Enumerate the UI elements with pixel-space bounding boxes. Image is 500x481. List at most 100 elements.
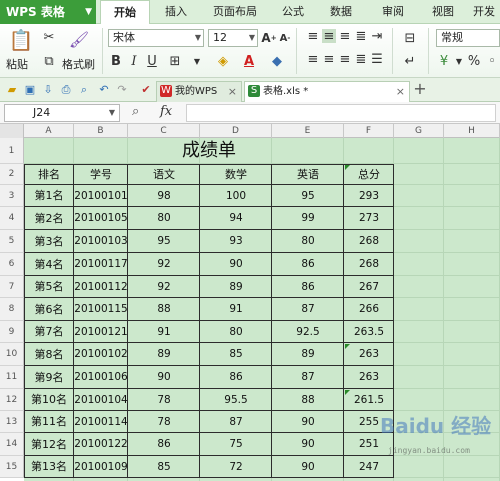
app-menu-button[interactable]: WPS 表格 ▼ — [0, 0, 96, 24]
table-cell[interactable]: 268 — [344, 230, 394, 253]
row-header[interactable]: 1 — [0, 138, 24, 164]
row-header[interactable]: 13 — [0, 411, 24, 433]
font-name-select[interactable]: 宋体 ▼ — [108, 29, 204, 47]
table-cell[interactable]: 263 — [344, 366, 394, 389]
decrease-font-icon[interactable]: A- — [278, 29, 292, 47]
tab-view[interactable]: 视图 — [422, 0, 464, 24]
column-header[interactable]: G — [394, 124, 444, 138]
column-header[interactable]: F — [344, 124, 394, 138]
column-header[interactable]: E — [272, 124, 344, 138]
column-header[interactable]: B — [74, 124, 128, 138]
table-cell[interactable]: 87 — [272, 366, 344, 389]
table-cell[interactable]: 85 — [128, 456, 200, 478]
table-cell[interactable]: 99 — [272, 207, 344, 230]
table-cell[interactable]: 89 — [128, 343, 200, 366]
row-header[interactable]: 2 — [0, 164, 24, 185]
table-cell[interactable]: 第7名 — [24, 321, 74, 343]
borders-icon[interactable]: ⊞ — [166, 52, 184, 70]
copy-icon[interactable]: ⧉ — [40, 52, 58, 70]
bold-icon[interactable]: B — [108, 52, 124, 70]
table-cell[interactable]: 20100112 — [74, 276, 128, 298]
table-cell[interactable]: 78 — [128, 411, 200, 433]
tab-insert[interactable]: 插入 — [154, 0, 198, 24]
table-cell[interactable]: 266 — [344, 298, 394, 321]
export-pdf-icon[interactable]: ⇩ — [40, 82, 56, 98]
format-painter-icon[interactable]: 🖌 — [68, 28, 90, 50]
align-bottom-icon[interactable]: ≡ — [338, 29, 352, 44]
table-cell[interactable]: 95 — [128, 230, 200, 253]
table-cell[interactable]: 20100106 — [74, 366, 128, 389]
tab-review[interactable]: 审阅 — [370, 0, 416, 24]
insert-function-button[interactable]: fx — [160, 104, 172, 119]
table-cell[interactable]: 86 — [272, 253, 344, 276]
format-painter-label[interactable]: 格式刷 — [62, 56, 95, 72]
table-cell[interactable]: 87 — [200, 411, 272, 433]
header-cell[interactable]: 英语 — [272, 164, 344, 185]
doc-tab-spreadsheet[interactable]: S 表格.xls * × — [244, 81, 410, 102]
italic-icon[interactable]: I — [126, 52, 142, 70]
table-cell[interactable]: 20100103 — [74, 230, 128, 253]
table-cell[interactable]: 85 — [200, 343, 272, 366]
table-cell[interactable]: 20100117 — [74, 253, 128, 276]
align-top-icon[interactable]: ≡ — [306, 29, 320, 44]
table-cell[interactable]: 20100115 — [74, 298, 128, 321]
clear-format-icon[interactable]: ◆ — [268, 52, 286, 70]
table-cell[interactable]: 92 — [128, 276, 200, 298]
sheet-title[interactable]: 成绩单 — [24, 138, 394, 164]
table-cell[interactable]: 89 — [272, 343, 344, 366]
row-header[interactable]: 11 — [0, 366, 24, 389]
table-cell[interactable]: 第6名 — [24, 298, 74, 321]
table-cell[interactable]: 第3名 — [24, 230, 74, 253]
table-cell[interactable]: 第2名 — [24, 207, 74, 230]
table-cell[interactable]: 90 — [272, 456, 344, 478]
table-cell[interactable]: 92 — [128, 253, 200, 276]
tab-page-layout[interactable]: 页面布局 — [204, 0, 266, 24]
underline-icon[interactable]: U — [144, 52, 160, 70]
new-tab-icon[interactable]: + — [412, 81, 428, 97]
header-cell[interactable]: 语文 — [128, 164, 200, 185]
row-header[interactable]: 15 — [0, 456, 24, 478]
table-cell[interactable]: 92.5 — [272, 321, 344, 343]
row-header[interactable]: 14 — [0, 433, 24, 456]
close-icon[interactable]: × — [228, 82, 237, 101]
table-cell[interactable]: 90 — [272, 411, 344, 433]
chevron-down-icon[interactable]: ▼ — [190, 52, 204, 70]
column-header[interactable]: C — [128, 124, 200, 138]
align-center-icon[interactable]: ≡ — [322, 52, 336, 67]
table-cell[interactable]: 95 — [272, 185, 344, 207]
table-cell[interactable]: 第8名 — [24, 343, 74, 366]
align-middle-icon[interactable]: ≡ — [322, 29, 336, 44]
table-cell[interactable]: 86 — [128, 433, 200, 456]
table-cell[interactable]: 100 — [200, 185, 272, 207]
open-icon[interactable]: ▰ — [4, 82, 20, 98]
table-cell[interactable]: 88 — [272, 389, 344, 411]
table-cell[interactable]: 第11名 — [24, 411, 74, 433]
redo-icon[interactable]: ↷ — [114, 82, 130, 98]
row-header[interactable]: 6 — [0, 253, 24, 276]
header-cell[interactable]: 学号 — [74, 164, 128, 185]
table-cell[interactable]: 第9名 — [24, 366, 74, 389]
table-cell[interactable]: 87 — [272, 298, 344, 321]
table-cell[interactable]: 95.5 — [200, 389, 272, 411]
print-icon[interactable]: ⎙ — [58, 82, 74, 98]
undo-icon[interactable]: ↶ — [96, 82, 112, 98]
row-header[interactable]: 8 — [0, 298, 24, 321]
orientation-icon[interactable]: ≣ — [354, 29, 368, 44]
table-cell[interactable]: 第4名 — [24, 253, 74, 276]
error-indicator-icon[interactable] — [345, 390, 350, 395]
font-size-select[interactable]: 12 ▼ — [208, 29, 258, 47]
percent-icon[interactable]: % — [466, 52, 482, 70]
justify-icon[interactable]: ≣ — [354, 52, 368, 67]
table-cell[interactable]: 91 — [200, 298, 272, 321]
table-cell[interactable]: 263.5 — [344, 321, 394, 343]
table-cell[interactable]: 75 — [200, 433, 272, 456]
align-left-icon[interactable]: ≡ — [306, 52, 320, 67]
table-cell[interactable]: 80 — [200, 321, 272, 343]
number-format-select[interactable]: 常规 — [436, 29, 500, 47]
table-cell[interactable]: 20100109 — [74, 456, 128, 478]
table-cell[interactable]: 第5名 — [24, 276, 74, 298]
name-box[interactable]: J24 ▼ — [4, 104, 120, 122]
increase-font-icon[interactable]: A + — [261, 29, 276, 47]
align-right-icon[interactable]: ≡ — [338, 52, 352, 67]
table-cell[interactable]: 263 — [344, 343, 394, 366]
